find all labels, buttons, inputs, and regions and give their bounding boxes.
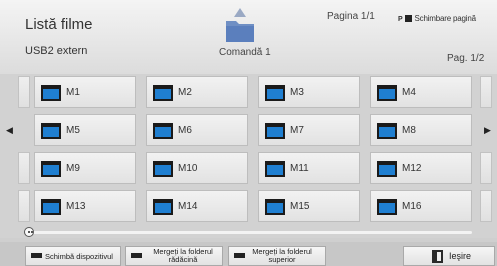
edge-tile-left — [18, 152, 30, 184]
go-root-line2: rădăcină — [168, 255, 198, 264]
file-item-label: M11 — [290, 163, 309, 174]
file-item[interactable]: M13 — [34, 190, 136, 222]
file-item-label: M6 — [178, 125, 192, 136]
change-device-button[interactable]: Schimbă dispozitivul — [25, 246, 121, 266]
file-item[interactable]: M8 — [370, 114, 472, 146]
remote-key-icon — [404, 15, 412, 22]
go-up-folder-label: Mergeți la folderul superior — [247, 248, 317, 264]
file-item[interactable]: M2 — [146, 76, 248, 108]
go-root-folder-label: Mergeți la folderul rădăcină — [148, 248, 218, 264]
folder-icon — [265, 199, 285, 215]
folder-icon — [41, 123, 61, 139]
go-up-line2: superior — [268, 255, 296, 264]
file-item[interactable]: M10 — [146, 152, 248, 184]
file-item[interactable]: M9 — [34, 152, 136, 184]
exit-button[interactable]: Ieşire — [403, 246, 495, 266]
page-indicator-top: Pagina 1/1 — [327, 11, 375, 22]
page-indicator-right: Pag. 1/2 — [447, 53, 485, 64]
go-root-folder-button[interactable]: Mergeți la folderul rădăcină — [125, 246, 223, 266]
folder-icon — [265, 123, 285, 139]
arrow-right-icon[interactable]: ▶ — [484, 125, 491, 136]
exit-icon — [432, 250, 443, 263]
folder-icon — [153, 199, 173, 215]
file-item[interactable]: M14 — [146, 190, 248, 222]
folder-icon — [377, 199, 397, 215]
folder-icon — [265, 85, 285, 101]
file-item[interactable]: M15 — [258, 190, 360, 222]
file-item[interactable]: M1 — [34, 76, 136, 108]
folder-icon — [153, 123, 173, 139]
file-item-label: M8 — [402, 125, 416, 136]
folder-icon — [377, 85, 397, 101]
switch-page-hint[interactable]: P Schimbare pagină — [398, 14, 476, 23]
change-device-label: Schimbă dispozitivul — [45, 252, 113, 261]
file-item-label: M5 — [66, 125, 80, 136]
file-item-label: M15 — [290, 201, 310, 212]
file-item[interactable]: M7 — [258, 114, 360, 146]
page-title: Listă filme — [25, 16, 93, 33]
device-name: USB2 extern — [25, 45, 88, 57]
file-item-label: M2 — [178, 87, 192, 98]
folder-icon — [377, 161, 397, 177]
file-item-label: M9 — [66, 163, 80, 174]
folder-icon — [41, 161, 61, 177]
p-key-label: P — [398, 16, 403, 23]
file-item[interactable]: M4 — [370, 76, 472, 108]
file-item-label: M13 — [66, 201, 86, 212]
scrollbar-track[interactable] — [26, 231, 472, 234]
file-item-label: M12 — [402, 163, 422, 174]
footer-bar: Schimbă dispozitivul Mergeți la folderul… — [0, 242, 497, 266]
file-item-label: M4 — [402, 87, 416, 98]
header: Listă filme USB2 extern Comandă 1 Pagina… — [0, 0, 497, 74]
arrow-left-icon[interactable]: ◀ — [6, 125, 13, 136]
file-item[interactable]: M3 — [258, 76, 360, 108]
edge-tile-left — [18, 76, 30, 108]
folder-icon — [41, 85, 61, 101]
edge-tile-left — [18, 190, 30, 222]
folder-icon — [153, 161, 173, 177]
file-item[interactable]: M5 — [34, 114, 136, 146]
file-item-label: M7 — [290, 125, 304, 136]
command-label: Comandă 1 — [219, 47, 271, 58]
scroll-handle-icon[interactable] — [24, 227, 34, 237]
file-item[interactable]: M12 — [370, 152, 472, 184]
edge-tile-right — [480, 190, 492, 222]
file-item-label: M16 — [402, 201, 422, 212]
folder-icon — [265, 161, 285, 177]
edge-tile-right — [480, 152, 492, 184]
exit-label: Ieşire — [449, 251, 472, 261]
remote-key-icon — [131, 253, 142, 258]
remote-key-icon — [234, 253, 245, 258]
remote-key-icon — [31, 253, 42, 258]
file-item-label: M3 — [290, 87, 304, 98]
file-item-label: M14 — [178, 201, 198, 212]
folder-icon — [41, 199, 61, 215]
file-item[interactable]: M11 — [258, 152, 360, 184]
file-item[interactable]: M6 — [146, 114, 248, 146]
go-up-folder-button[interactable]: Mergeți la folderul superior — [228, 246, 326, 266]
file-item-label: M1 — [66, 87, 80, 98]
folder-up-icon[interactable] — [223, 8, 257, 44]
file-item-label: M10 — [178, 163, 198, 174]
file-item[interactable]: M16 — [370, 190, 472, 222]
switch-page-label: Schimbare pagină — [414, 14, 476, 23]
folder-icon — [153, 85, 173, 101]
folder-icon — [377, 123, 397, 139]
edge-tile-right — [480, 76, 492, 108]
